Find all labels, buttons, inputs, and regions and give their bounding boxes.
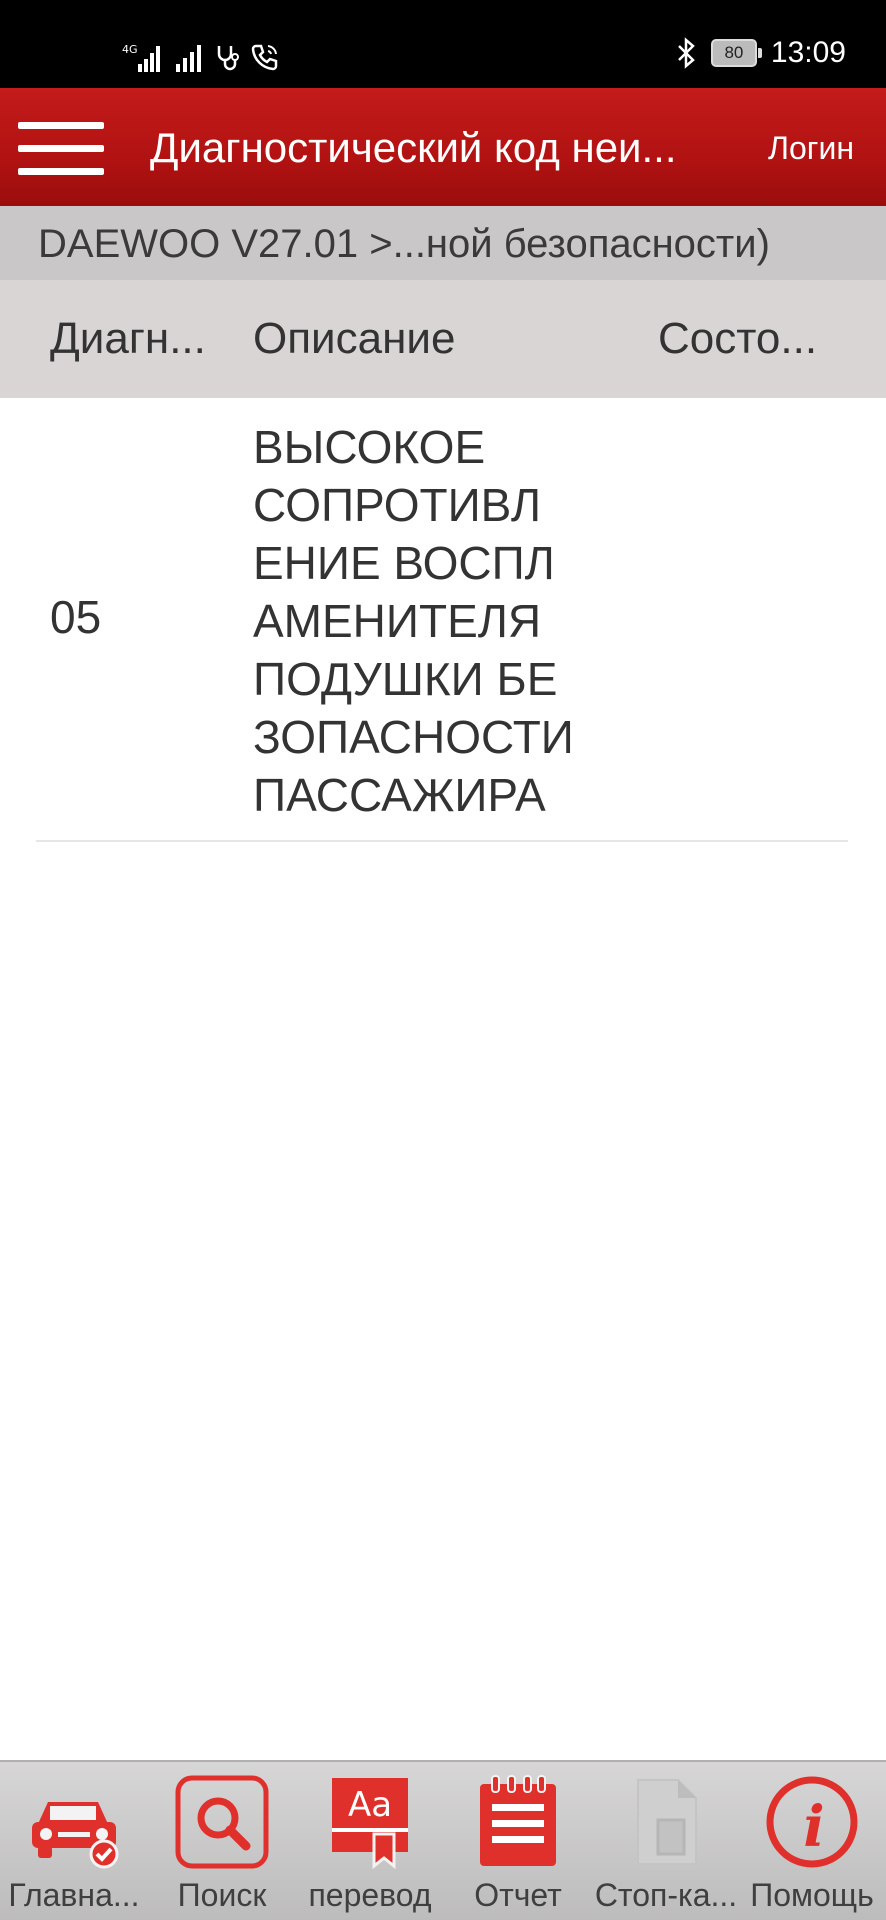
search-icon [175, 1775, 269, 1869]
status-left-icons: 4G [120, 38, 280, 72]
svg-text:4G: 4G [122, 43, 138, 56]
nav-search[interactable]: Поиск [148, 1762, 296, 1920]
column-header-state: Состо... [658, 314, 818, 363]
nav-report[interactable]: Отчет [444, 1762, 592, 1920]
nav-translate[interactable]: Aa перевод [296, 1762, 444, 1920]
freeze-frame-document-icon [637, 1779, 697, 1865]
table-row[interactable]: 05 ВЫСОКОЕ СОПРОТИВЛ ЕНИЕ ВОСПЛ АМЕНИТЕЛ… [36, 398, 848, 842]
dtc-description: ВЫСОКОЕ СОПРОТИВЛ ЕНИЕ ВОСПЛ АМЕНИТЕЛЯ П… [253, 421, 574, 821]
translate-book-icon: Aa [332, 1778, 408, 1870]
nav-home-label: Главна... [8, 1877, 140, 1913]
page-title: Диагностический код неи... [150, 124, 677, 171]
table-header: Диагн... Описание Состо... [0, 280, 886, 398]
login-button[interactable]: Логин [768, 130, 854, 167]
call-wifi-icon [251, 44, 278, 71]
svg-text:i: i [803, 1794, 824, 1860]
status-right-icons: 80 13:09 [675, 30, 846, 76]
nav-translate-label: перевод [308, 1877, 432, 1913]
car-check-icon [32, 1802, 119, 1869]
hamburger-menu-icon[interactable] [18, 122, 104, 176]
svg-text:Aa: Aa [348, 1785, 392, 1825]
nav-report-label: Отчет [474, 1877, 562, 1913]
dtc-code: 05 [50, 591, 102, 643]
nav-search-label: Поиск [177, 1877, 267, 1913]
nav-freeze-frame-label: Стоп-ка... [594, 1877, 738, 1913]
column-header-description: Описание [253, 314, 456, 363]
bottom-navigation: Главна... Поиск Aa перевод Отчет Стоп-ка… [0, 1760, 886, 1920]
breadcrumb: DAEWOO V27.01 >...ной безопасности) [0, 206, 886, 280]
signal-icon [176, 45, 201, 72]
report-notepad-icon [480, 1775, 556, 1866]
nav-help[interactable]: i Помощь [738, 1762, 886, 1920]
status-time: 13:09 [770, 36, 846, 69]
signal-4g-icon: 4G [122, 43, 160, 72]
column-header-code: Диагн... [50, 314, 206, 363]
stethoscope-icon [217, 46, 239, 71]
bluetooth-icon [678, 37, 695, 69]
app-header: Диагностический код неи... Логин [0, 88, 886, 206]
status-bar: 4G 80 13:09 [0, 0, 886, 88]
battery-indicator: 80 [710, 39, 762, 67]
nav-freeze-frame[interactable]: Стоп-ка... [592, 1762, 740, 1920]
nav-help-label: Помощь [750, 1877, 874, 1913]
info-icon: i [766, 1776, 858, 1868]
nav-home[interactable]: Главна... [0, 1762, 148, 1920]
